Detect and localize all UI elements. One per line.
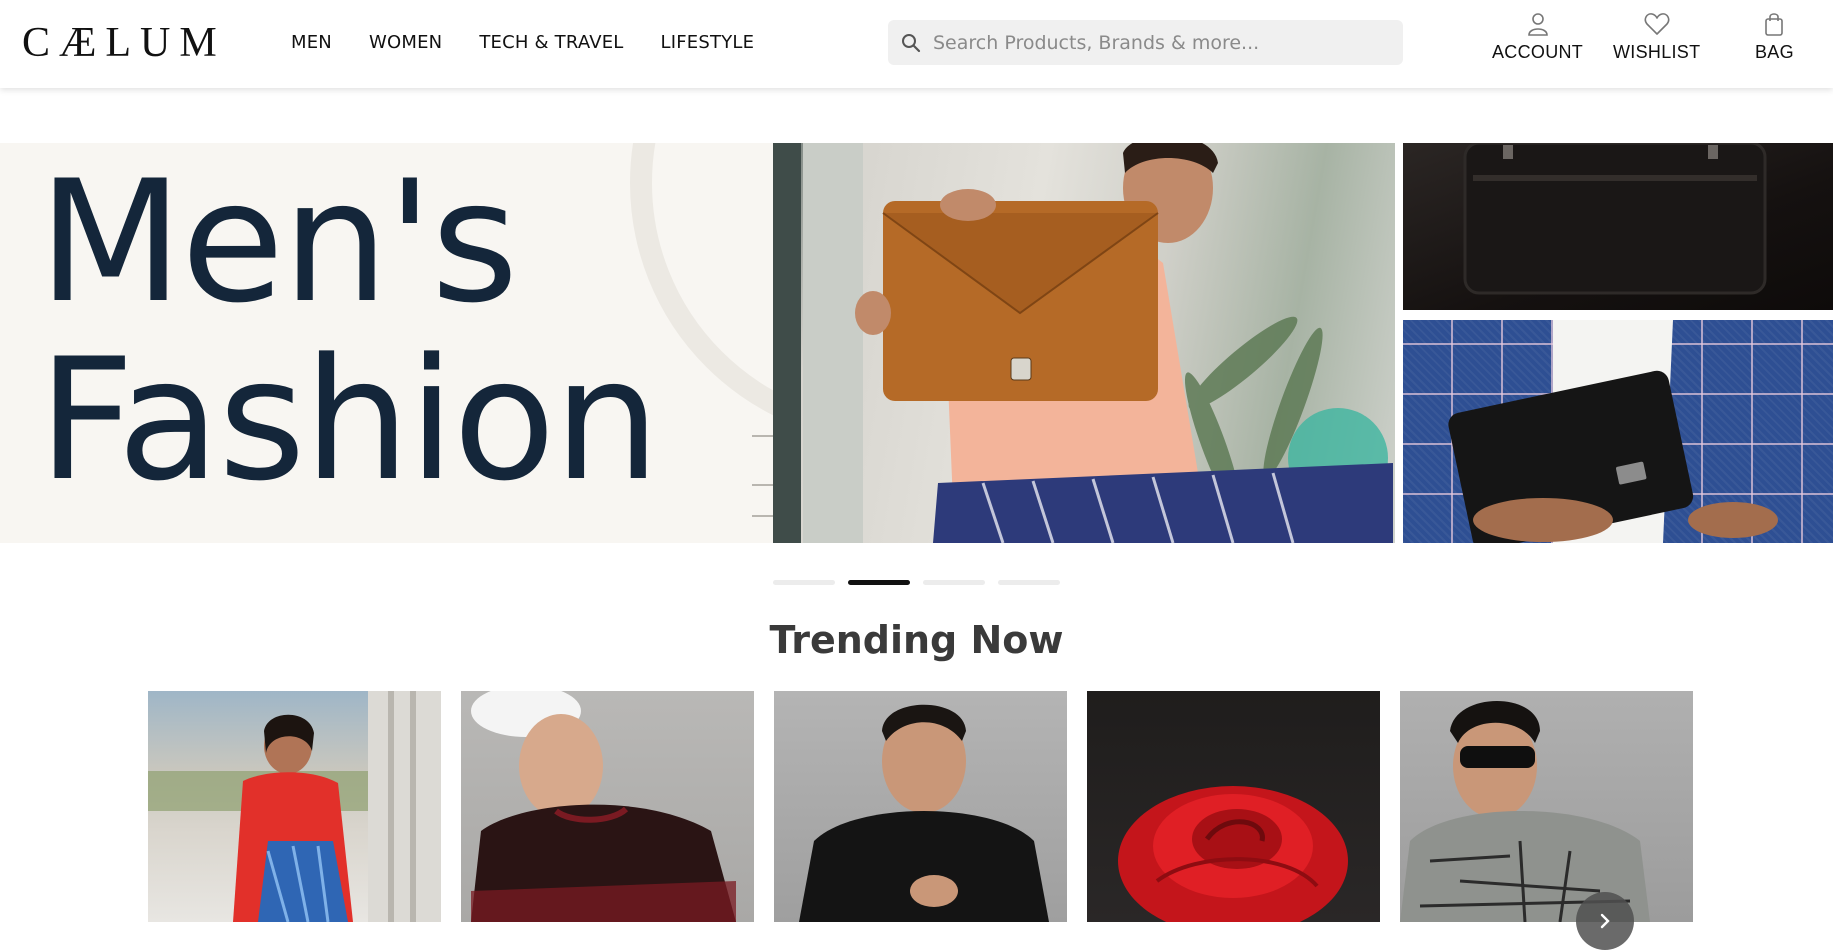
trending-card-printed-tshirt[interactable]	[1400, 691, 1693, 922]
bag-button[interactable]: BAG	[1755, 12, 1794, 63]
hero-image-black-laptop-bag	[1403, 143, 1833, 310]
trending-card-rose[interactable]	[1087, 691, 1380, 922]
account-button[interactable]: ACCOUNT	[1492, 12, 1583, 63]
wishlist-button[interactable]: WISHLIST	[1613, 12, 1700, 63]
product-image-rose	[1118, 786, 1348, 922]
product-image-sweatshirt	[471, 691, 736, 922]
hero-title-line1: Men's	[38, 144, 518, 340]
product-image-black-shirt	[799, 704, 1049, 922]
nav-item-women[interactable]: WOMEN	[369, 32, 442, 53]
shopping-bag-icon	[1765, 13, 1784, 36]
carousel-dot-2[interactable]	[848, 580, 910, 585]
chevron-right-icon	[1600, 913, 1610, 929]
hero-image-man-with-bag-art	[773, 143, 1393, 543]
hero-carousel[interactable]: Men's Fashion	[0, 143, 1833, 543]
hero-image-wallet-on-blazer-art	[1448, 320, 1778, 543]
hero-title-line2: Fashion	[38, 322, 660, 518]
account-label: ACCOUNT	[1492, 42, 1584, 62]
trending-title: Trending Now	[769, 618, 1064, 662]
carousel-dot-4[interactable]	[998, 580, 1060, 585]
site-header: CÆLUM MEN WOMEN TECH & TRAVEL LIFESTYLE …	[0, 0, 1833, 88]
hero-title: Men's Fashion	[38, 153, 660, 518]
nav-item-tech-travel[interactable]: TECH & TRAVEL	[479, 32, 623, 53]
carousel-dot-1[interactable]	[773, 580, 835, 585]
brand-logo[interactable]: CÆLUM	[22, 18, 226, 68]
hero-decorative-tick	[752, 484, 773, 486]
trending-next-button[interactable]	[1576, 892, 1634, 950]
trending-card-saree[interactable]	[148, 691, 441, 922]
main-nav: MEN WOMEN TECH & TRAVEL LIFESTYLE	[291, 0, 791, 84]
bag-label: BAG	[1755, 42, 1794, 62]
heart-icon	[1644, 13, 1670, 35]
hero-text-panel: Men's Fashion	[0, 143, 773, 543]
product-image-printed-tshirt	[1400, 701, 1650, 922]
search-icon	[902, 33, 921, 52]
hero-decorative-tick	[752, 435, 773, 437]
trending-card-sweatshirt[interactable]	[461, 691, 754, 922]
carousel-indicators	[773, 580, 1060, 585]
user-icon	[1527, 13, 1548, 36]
trending-card-black-shirt[interactable]	[774, 691, 1067, 922]
hero-image-man-with-bag	[773, 143, 1395, 543]
nav-item-lifestyle[interactable]: LIFESTYLE	[661, 32, 755, 53]
product-image-saree	[148, 691, 441, 922]
hero-image-black-laptop-bag-art	[1463, 143, 1767, 295]
hero-decorative-tick	[752, 515, 773, 517]
wishlist-label: WISHLIST	[1613, 42, 1701, 62]
trending-carousel	[148, 691, 1693, 922]
hero-image-wallet-on-blazer	[1403, 320, 1833, 543]
nav-item-men[interactable]: MEN	[291, 32, 332, 53]
search-input[interactable]	[933, 31, 1393, 54]
carousel-dot-3[interactable]	[923, 580, 985, 585]
search-bar	[888, 20, 1403, 65]
